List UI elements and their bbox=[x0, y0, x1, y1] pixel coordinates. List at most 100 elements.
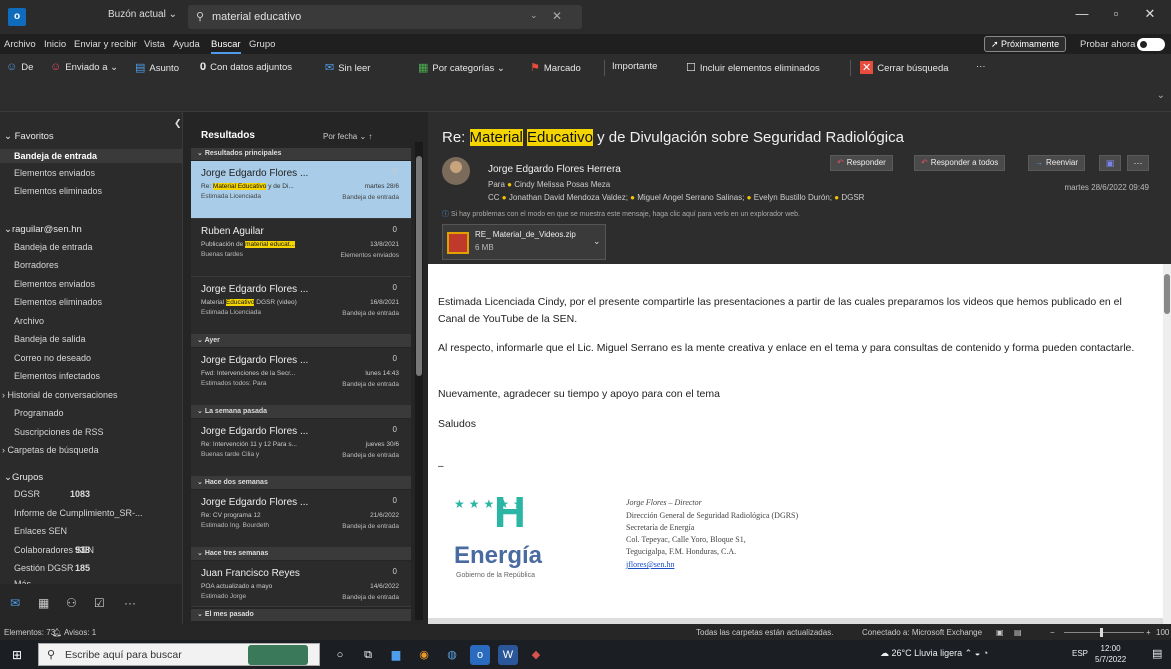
close-search-button[interactable]: ✕ Cerrar búsqueda bbox=[860, 61, 949, 74]
sort-dropdown[interactable]: Por fecha ⌄ ↑ bbox=[323, 132, 372, 141]
sender-name[interactable]: Jorge Edgardo Flores Herrera bbox=[488, 164, 621, 175]
groups-header[interactable]: ⌄Grupos bbox=[4, 472, 43, 483]
search-input[interactable]: material educativo bbox=[212, 11, 301, 23]
coming-soon-button[interactable]: ➚ Próximamente bbox=[984, 36, 1067, 52]
zoom-slider[interactable] bbox=[1064, 632, 1144, 633]
message-item[interactable]: Juan Francisco Reyes 0 POA actualizado a… bbox=[191, 561, 411, 607]
word-icon[interactable]: W bbox=[498, 645, 518, 665]
recipient[interactable]: Evelyn Bustillo Durón; bbox=[754, 193, 832, 202]
group-header-yesterday[interactable]: ⌄ Ayer bbox=[191, 335, 411, 347]
try-now-toggle[interactable] bbox=[1137, 38, 1165, 51]
taskbar-clock[interactable]: 12:00 5/7/2022 bbox=[1095, 643, 1126, 665]
scrollbar-thumb[interactable] bbox=[416, 156, 422, 376]
volume-icon[interactable]: ◔ bbox=[983, 648, 988, 658]
menu-grupo[interactable]: Grupo bbox=[249, 39, 275, 50]
categories-button[interactable]: ▦ Por categorías ⌄ bbox=[418, 61, 505, 74]
task-view-icon[interactable]: ⧉ bbox=[358, 645, 378, 665]
view-in-browser-notice[interactable]: ⓘ Si hay problemas con el modo en que se… bbox=[442, 209, 800, 219]
unread-button[interactable]: ✉ Sin leer bbox=[325, 61, 370, 74]
close-window-button[interactable]: ✕ bbox=[1133, 6, 1167, 22]
group-header-last-month[interactable]: ⌄ El mes pasado bbox=[191, 609, 411, 621]
folder-fav-sent[interactable]: Elementos enviados bbox=[14, 168, 95, 178]
folder-archive[interactable]: Archivo bbox=[14, 316, 44, 326]
search-scope-dropdown[interactable]: Buzón actual ⌄ bbox=[108, 9, 177, 20]
important-button[interactable]: Importante bbox=[612, 61, 657, 72]
message-item[interactable]: Jorge Edgardo Flores ... 0 Re: Intervenc… bbox=[191, 419, 411, 477]
folder-outbox[interactable]: Bandeja de salida bbox=[14, 334, 86, 344]
signature-email-link[interactable]: jflores@sen.hn bbox=[626, 560, 674, 569]
message-item[interactable]: Ruben Aguilar 0 Publicación de material … bbox=[191, 219, 411, 277]
connection-status[interactable]: Conectado a: Microsoft Exchange bbox=[862, 628, 982, 637]
folder-rss[interactable]: Suscripciones de RSS bbox=[14, 427, 104, 437]
message-item[interactable]: Jorge Edgardo Flores ... 0 Re: Material … bbox=[191, 161, 411, 219]
subject-button[interactable]: ▤ Asunto bbox=[135, 61, 179, 74]
recipient[interactable]: Jonathan David Mendoza Valdez; bbox=[509, 193, 628, 202]
folder-inbox[interactable]: Bandeja de entrada bbox=[14, 242, 93, 252]
tasks-icon[interactable]: ☑ bbox=[94, 596, 105, 610]
from-button[interactable]: ☺ De bbox=[6, 61, 33, 73]
account-header[interactable]: ⌄raguilar@sen.hn bbox=[4, 224, 82, 235]
collapse-pane-icon[interactable]: ❮ bbox=[174, 118, 182, 129]
recipient[interactable]: Cindy Melissa Posas Meza bbox=[514, 180, 610, 189]
folder-deleted[interactable]: Elementos eliminados bbox=[14, 297, 102, 307]
weather-icon[interactable]: ☁ bbox=[880, 648, 889, 658]
group-item[interactable]: Enlaces SEN bbox=[14, 526, 67, 536]
message-item[interactable]: Jorge Edgardo Flores ... 0 Re: CV progra… bbox=[191, 490, 411, 548]
zoom-out-icon[interactable]: − bbox=[1050, 628, 1055, 637]
more-apps-icon[interactable]: ··· bbox=[124, 596, 136, 610]
show-hidden-icons-icon[interactable]: ⌃ bbox=[965, 648, 973, 658]
group-header-three-weeks[interactable]: ⌄ Hace tres semanas bbox=[191, 548, 411, 560]
attachment-menu-chevron-icon[interactable]: ⌄ bbox=[593, 236, 601, 247]
group-item[interactable]: DGSR bbox=[14, 489, 40, 499]
reply-all-button[interactable]: ↶ Responder a todos bbox=[914, 155, 1006, 171]
group-header-two-weeks[interactable]: ⌄ Hace dos semanas bbox=[191, 477, 411, 489]
attachment-card[interactable]: RE_ Material_de_Videos.zip 6 MB ⌄ bbox=[442, 224, 606, 260]
folder-scheduled[interactable]: Programado bbox=[14, 408, 64, 418]
teams-icon[interactable]: ▣ bbox=[1099, 155, 1121, 171]
menu-archivo[interactable]: Archivo bbox=[4, 39, 36, 50]
more-commands-button[interactable]: ··· bbox=[976, 61, 986, 72]
network-icon[interactable]: ◒ bbox=[975, 648, 980, 658]
menu-buscar[interactable]: Buscar bbox=[211, 39, 241, 54]
folder-sent[interactable]: Elementos enviados bbox=[14, 279, 95, 289]
menu-inicio[interactable]: Inicio bbox=[44, 39, 66, 50]
include-deleted-button[interactable]: ☐ Incluir elementos eliminados bbox=[686, 61, 820, 74]
with-attachments-button[interactable]: 𝟎 Con datos adjuntos bbox=[200, 61, 292, 74]
group-header-top-results[interactable]: ⌄ Resultados principales bbox=[191, 148, 411, 160]
expand-ribbon-chevron-icon[interactable]: ⌄ bbox=[1157, 90, 1165, 101]
reading-pane-scrollbar[interactable] bbox=[1163, 264, 1171, 624]
menu-enviar-recibir[interactable]: Enviar y recibir bbox=[74, 39, 137, 50]
group-header-last-week[interactable]: ⌄ La semana pasada bbox=[191, 406, 411, 418]
search-box[interactable]: ⚲ material educativo ⌄ ✕ bbox=[188, 5, 582, 29]
alerts-status[interactable]: 🔔︎ Avisos: 1 bbox=[52, 628, 96, 637]
input-language[interactable]: ESP bbox=[1072, 649, 1088, 658]
scrollbar-thumb[interactable] bbox=[1164, 274, 1170, 314]
mail-icon[interactable]: ✉ bbox=[10, 596, 20, 610]
search-options-chevron-icon[interactable]: ⌄ bbox=[530, 10, 538, 21]
zoom-slider-handle[interactable] bbox=[1100, 628, 1103, 637]
notifications-icon[interactable]: ▤ bbox=[1152, 647, 1162, 660]
message-list-scrollbar[interactable] bbox=[415, 142, 423, 620]
message-item[interactable]: Jorge Edgardo Flores ... 0 Fwd: Interven… bbox=[191, 348, 411, 406]
windows-start-icon[interactable]: ⊞ bbox=[12, 648, 22, 662]
group-item[interactable]: Gestión DGSR bbox=[14, 563, 74, 573]
app-icon[interactable]: ◆ bbox=[526, 645, 546, 665]
folder-fav-inbox[interactable]: Bandeja de entrada bbox=[0, 149, 182, 163]
sort-direction-icon[interactable]: ↑ bbox=[368, 132, 372, 141]
chrome-icon[interactable]: ◉ bbox=[414, 645, 434, 665]
message-item[interactable]: Jorge Edgardo Flores ... 0 Material Educ… bbox=[191, 277, 411, 335]
group-item[interactable]: Informe de Cumplimiento_SR-... bbox=[14, 508, 143, 518]
reply-button[interactable]: ↶ Responder bbox=[830, 155, 893, 171]
sent-to-button[interactable]: ☺ Enviado a ⌄ bbox=[50, 61, 118, 73]
folder-conversation-history[interactable]: › Historial de conversaciones bbox=[2, 390, 118, 400]
folder-junk[interactable]: Correo no deseado bbox=[14, 353, 91, 363]
minimize-button[interactable]: — bbox=[1065, 6, 1099, 21]
cortana-icon[interactable]: ○ bbox=[330, 645, 350, 665]
normal-view-icon[interactable]: ▣ bbox=[996, 628, 1004, 637]
file-explorer-icon[interactable]: ▆ bbox=[386, 645, 406, 665]
recipient[interactable]: Miguel Angel Serrano Salinas; bbox=[637, 193, 744, 202]
outlook-taskbar-icon[interactable]: o bbox=[470, 645, 490, 665]
zoom-level[interactable]: 100 bbox=[1156, 628, 1169, 637]
flagged-button[interactable]: ⚑ Marcado bbox=[530, 61, 581, 74]
more-actions-button[interactable]: ··· bbox=[1127, 155, 1149, 171]
